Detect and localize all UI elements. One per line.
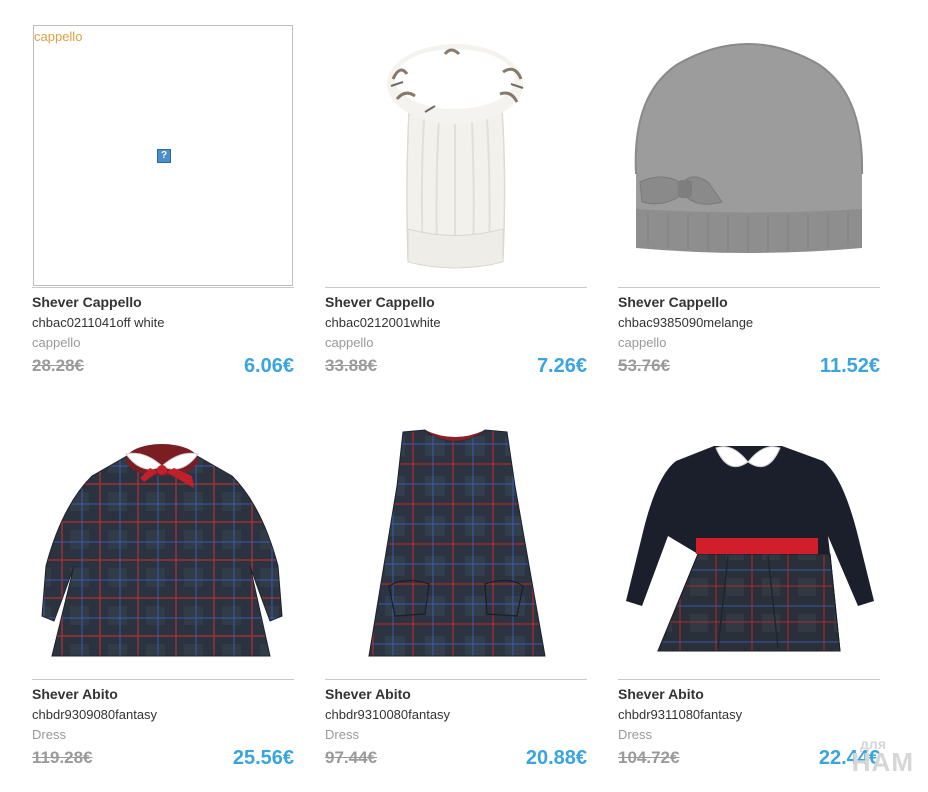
product-category: Dress: [325, 727, 359, 742]
product-sku: chbac0211041off white: [32, 315, 165, 330]
broken-image[interactable]: cappello ?: [33, 25, 293, 286]
navy-dress-red-band-image: [626, 446, 874, 652]
product-brand[interactable]: Shever Abito: [325, 686, 411, 702]
product-brand[interactable]: Shever Cappello: [325, 294, 435, 310]
old-price: 97.44€: [325, 748, 377, 767]
old-price: 104.72€: [618, 748, 680, 767]
product-image[interactable]: [618, 416, 880, 680]
sale-price: 7.26€: [536, 355, 587, 377]
product-brand[interactable]: Shever Abito: [32, 686, 118, 702]
product-sku: chbdr9311080fantasy: [618, 707, 743, 722]
watermark-logo: для НАМ: [851, 737, 914, 777]
grey-bow-beanie-image: [634, 43, 864, 253]
plaid-dress-collar-image: [41, 444, 283, 657]
product-sku: chbdr9309080fantasy: [32, 707, 158, 722]
product-image[interactable]: [32, 416, 294, 680]
product-category: cappello: [618, 335, 667, 350]
product-sku: chbac0212001white: [325, 315, 441, 330]
product-image[interactable]: [618, 24, 880, 288]
product-image[interactable]: [325, 24, 587, 288]
product-category: cappello: [325, 335, 374, 350]
product-card[interactable]: Shever Abito chbdr9311080fantasy Dress 1…: [618, 416, 880, 792]
watermark-line2: НАМ: [851, 746, 914, 777]
white-pompom-hat-image: [387, 44, 524, 269]
product-image[interactable]: [325, 416, 587, 680]
product-card[interactable]: cappello ? Shever Cappello chbac0211041o…: [32, 24, 294, 400]
product-category: Dress: [32, 727, 66, 742]
product-card[interactable]: Shever Abito chbdr9310080fantasy Dress 9…: [325, 416, 587, 792]
old-price: 119.28€: [32, 748, 93, 767]
product-image[interactable]: cappello ?: [32, 24, 294, 288]
product-card[interactable]: Shever Cappello chbac9385090melange capp…: [618, 24, 880, 400]
product-sku: chbdr9310080fantasy: [325, 707, 451, 722]
product-category: Dress: [618, 727, 652, 742]
product-category: cappello: [32, 335, 81, 350]
sale-price: 25.56€: [232, 747, 294, 769]
sale-price: 11.52€: [819, 355, 880, 377]
product-brand[interactable]: Shever Cappello: [618, 294, 728, 310]
sale-price: 6.06€: [243, 355, 294, 377]
product-sku: chbac9385090melange: [618, 315, 754, 330]
product-brand[interactable]: Shever Abito: [618, 686, 704, 702]
old-price: 28.28€: [32, 356, 84, 375]
product-card[interactable]: Shever Cappello chbac0212001white cappel…: [325, 24, 587, 400]
old-price: 53.76€: [618, 356, 670, 375]
sale-price: 20.88€: [525, 747, 587, 769]
broken-image-icon: ?: [157, 149, 171, 163]
old-price: 33.88€: [325, 356, 377, 375]
plaid-pinafore-dress-image: [368, 429, 546, 657]
product-brand[interactable]: Shever Cappello: [32, 294, 142, 310]
product-grid: cappello ? Shever Cappello chbac0211041o…: [32, 24, 888, 792]
image-alt-text: cappello: [34, 29, 83, 44]
product-card[interactable]: Shever Abito chbdr9309080fantasy Dress 1…: [32, 416, 294, 792]
